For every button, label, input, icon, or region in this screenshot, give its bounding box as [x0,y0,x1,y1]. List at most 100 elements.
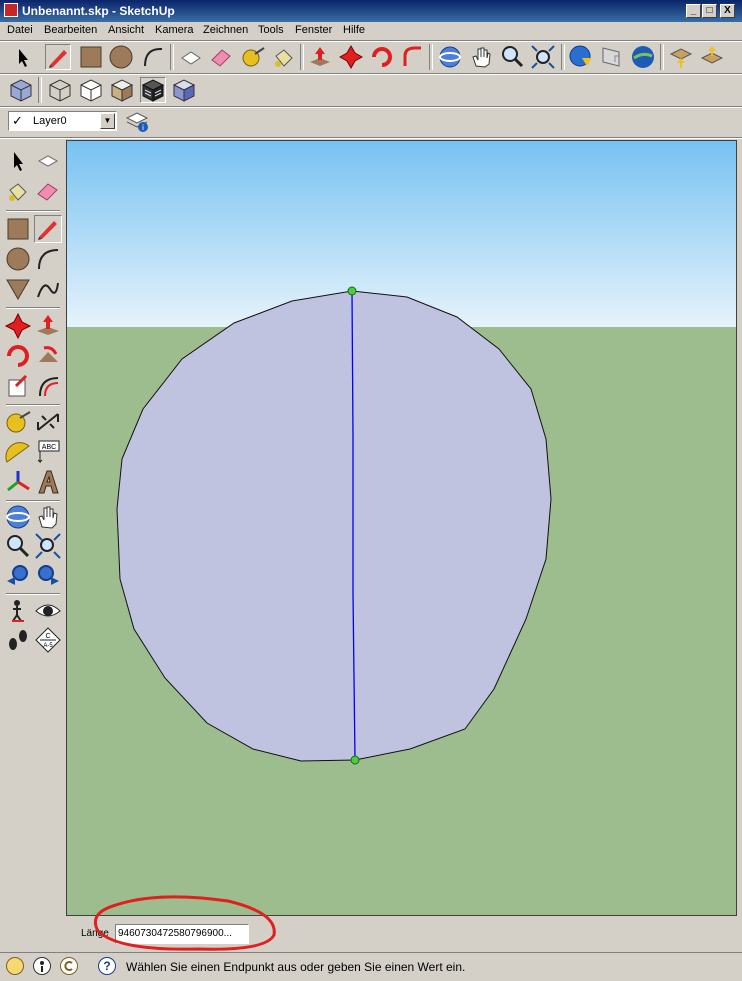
status-bar: ? Wählen Sie einen Endpunkt aus oder geb… [0,952,742,981]
palette-zoom-button[interactable] [4,532,32,560]
rectangle-icon [7,218,29,240]
close-button[interactable]: X [720,4,735,18]
hidden-line-button[interactable] [78,77,104,103]
menu-hilfe[interactable]: Hilfe [343,24,365,36]
palette-freehand-button[interactable] [34,275,62,303]
view-styles-toolbar [0,75,210,105]
shaded-texture-button[interactable] [140,77,166,103]
make-component-button[interactable] [178,44,204,70]
circle-face[interactable] [116,290,552,762]
palette-3dtext-button[interactable] [34,468,62,496]
shaded-button[interactable] [109,77,135,103]
walk-icon [9,630,27,650]
menu-kamera[interactable]: Kamera [155,24,194,36]
palette-position-camera-button[interactable] [4,597,32,625]
rotate-icon [372,47,392,67]
tape-measure-button[interactable] [240,44,266,70]
shaded-icon [110,79,134,102]
wireframe-button[interactable] [47,77,73,103]
rotate-tool-button[interactable] [369,44,395,70]
annotation-ellipse [93,895,276,951]
palette-scale-button[interactable] [4,372,32,400]
push-pull-button[interactable] [307,44,333,70]
protractor-icon [5,442,30,463]
get-models-button[interactable] [568,44,594,70]
palette-rectangle-button[interactable] [4,215,32,243]
palette-zoom-window-button[interactable] [34,532,62,560]
credits-icon[interactable] [33,957,51,975]
title-bar: Unbenannt.skp - SketchUp _ □ X [0,0,742,22]
palette-pan-button[interactable] [34,503,62,531]
palette-previous-button[interactable] [4,561,32,589]
palette-axes-button[interactable] [4,468,32,496]
import-component-button[interactable] [668,44,694,70]
palette-look-around-button[interactable] [34,597,62,625]
menu-zeichnen[interactable]: Zeichnen [203,24,248,36]
zoom-tool-button[interactable] [499,44,525,70]
palette-followme-button[interactable] [34,342,62,370]
pan-tool-button[interactable] [468,44,494,70]
geo-location-icon[interactable] [6,957,24,975]
zoom-extents-button[interactable] [530,44,556,70]
copyright-icon[interactable] [60,957,78,975]
menu-datei[interactable]: Datei [7,24,33,36]
palette-eraser-button[interactable] [34,177,62,205]
palette-circle-button[interactable] [4,245,32,273]
monochrome-button[interactable] [171,77,197,103]
palette-component-button[interactable] [34,147,62,175]
google-earth-button[interactable] [630,44,656,70]
monochrome-icon [172,79,196,102]
axes-icon [7,471,30,492]
share-model-button[interactable] [599,44,625,70]
chevron-down-icon[interactable]: ▼ [100,113,115,129]
palette-move-button[interactable] [4,312,32,340]
rectangle-tool-button[interactable] [78,44,104,70]
palette-arc-button[interactable] [34,245,62,273]
minimize-button[interactable]: _ [686,4,701,18]
menu-ansicht[interactable]: Ansicht [108,24,144,36]
eraser-icon [211,49,231,67]
palette-pushpull-button[interactable] [34,312,62,340]
eraser-tool-button[interactable] [208,44,234,70]
layer-dropdown[interactable]: ✓ Layer0 ▼ [8,111,117,131]
paint-bucket-button[interactable] [270,44,296,70]
orbit-tool-button[interactable] [437,44,463,70]
help-icon[interactable]: ? [98,957,116,975]
menu-tools[interactable]: Tools [258,24,284,36]
share-component-button[interactable] [699,44,725,70]
arc-tool-button[interactable] [140,44,166,70]
select-tool-button[interactable] [10,44,36,70]
scale-icon [8,374,28,397]
share-model-icon [602,47,620,67]
follow-me-button[interactable] [399,44,425,70]
palette-rotate-button[interactable] [4,342,32,370]
palette-next-button[interactable] [34,561,62,589]
palette-walk-button[interactable] [4,626,32,654]
palette-orbit-button[interactable] [4,503,32,531]
push-pull-icon [37,315,59,335]
palette-pencil-button[interactable] [34,215,62,243]
arc-icon [38,249,59,270]
menu-fenster[interactable]: Fenster [295,24,332,36]
xray-button[interactable] [8,77,34,103]
maximize-button[interactable]: □ [702,4,717,18]
palette-select-button[interactable] [4,147,32,175]
palette-text-button[interactable]: ABC [34,438,62,466]
palette-offset-button[interactable] [34,372,62,400]
menu-bearbeiten[interactable]: Bearbeiten [44,24,97,36]
scene-canvas[interactable] [67,141,737,916]
status-message: Wählen Sie einen Endpunkt aus oder geben… [126,960,466,974]
layer-manager-button[interactable]: i [124,108,150,134]
palette-section-button[interactable]: C A-5 [34,626,62,654]
palette-polygon-button[interactable] [4,275,32,303]
palette-paint-button[interactable] [4,177,32,205]
palette-protractor-button[interactable] [4,438,32,466]
move-tool-button[interactable] [338,44,364,70]
polygon-icon [6,279,30,300]
pencil-tool-button[interactable] [45,44,71,70]
circle-tool-button[interactable] [108,44,134,70]
dimension-icon [37,413,59,431]
palette-tape-button[interactable] [4,408,32,436]
palette-dimension-button[interactable] [34,408,62,436]
drawing-viewport[interactable] [66,140,737,916]
